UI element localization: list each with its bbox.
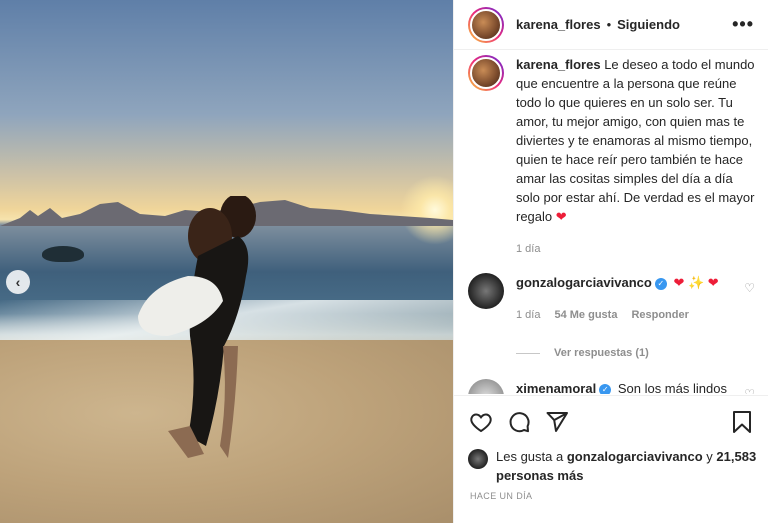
verified-badge-icon: ✓ (599, 383, 612, 394)
comment-time[interactable]: 1 día (516, 306, 540, 325)
comment-item: gonzalogarciavivanco ✓ ❤ ✨ ❤ 1 día 54 Me … (468, 273, 755, 325)
share-icon[interactable] (544, 409, 570, 435)
commenter-avatar[interactable] (468, 273, 504, 309)
comment-text: ❤ ✨ ❤ (673, 275, 719, 290)
author-username[interactable]: karena_flores (516, 17, 601, 32)
heart-emoji: ❤ (555, 209, 567, 224)
comment-item: ximenamoral✓ Son los más lindos del mund… (468, 379, 755, 394)
rock (42, 246, 84, 262)
caption-time[interactable]: 1 día (516, 240, 540, 259)
like-comment-icon[interactable]: ♡ (744, 281, 755, 325)
likes-summary: Les gusta a gonzalogarciavivanco y 21,58… (468, 447, 758, 485)
caption-text: Le deseo a todo el mundo que encuentre a… (516, 57, 755, 224)
commenter-username[interactable]: gonzalogarciavivanco (516, 275, 652, 290)
action-bar (454, 395, 768, 447)
view-replies-label: Ver respuestas (1) (554, 347, 649, 359)
bookmark-icon[interactable] (729, 409, 755, 435)
post-photo[interactable]: ‹ (0, 0, 453, 523)
likes-conj: y (706, 449, 713, 464)
commenter-username[interactable]: ximenamoral (516, 381, 596, 394)
couple-silhouette (138, 196, 256, 458)
liker-username[interactable]: gonzalogarciavivanco (567, 449, 703, 464)
heart-outline-icon[interactable] (468, 409, 494, 435)
separator-dot: • (606, 17, 612, 32)
caption-username[interactable]: karena_flores (516, 57, 601, 72)
verified-badge-icon: ✓ (654, 277, 667, 290)
post-header: karena_flores • Siguiendo ••• (454, 0, 768, 50)
previous-slide-button[interactable]: ‹ (6, 270, 30, 294)
commenter-avatar[interactable] (468, 379, 504, 394)
caption: karena_flores Le deseo a todo el mundo q… (468, 55, 755, 259)
likes-prefix: Les gusta a (496, 449, 564, 464)
comment-likes[interactable]: 54 Me gusta (554, 306, 617, 325)
liker-avatar[interactable] (468, 449, 488, 469)
caption-avatar[interactable] (468, 55, 504, 91)
replies-line (516, 352, 540, 354)
view-replies-button[interactable]: Ver respuestas (1) (516, 347, 755, 359)
following-button[interactable]: Siguiendo (617, 17, 680, 32)
like-comment-icon[interactable]: ♡ (744, 387, 755, 394)
comments-list[interactable]: karena_flores Le deseo a todo el mundo q… (454, 51, 768, 394)
author-avatar[interactable] (468, 6, 504, 43)
post-side-panel: karena_flores • Siguiendo ••• karena_flo… (453, 0, 768, 523)
reply-button[interactable]: Responder (631, 306, 688, 325)
more-options-icon[interactable]: ••• (732, 14, 754, 35)
post-date[interactable]: HACE UN DÍA (470, 491, 532, 501)
comment-icon[interactable] (506, 409, 532, 435)
